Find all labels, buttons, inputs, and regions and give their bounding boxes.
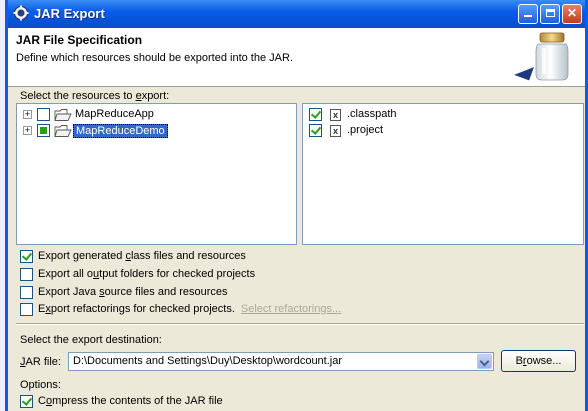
option-label: Export refactorings for checked projects… xyxy=(38,303,342,315)
title-bar[interactable]: JAR Export ✕ xyxy=(8,0,585,28)
export-refactorings-checkbox[interactable] xyxy=(20,303,33,316)
resources-label: Select the resources to export: xyxy=(20,90,170,102)
option-label: Compress the contents of the JAR file xyxy=(38,395,223,407)
options-label: Options: xyxy=(20,379,61,391)
option-export-java-source[interactable]: Export Java source files and resources xyxy=(20,285,560,301)
folder-icon xyxy=(54,109,72,121)
option-compress[interactable]: Compress the contents of the JAR file xyxy=(20,394,560,410)
list-item-classpath[interactable]: x .classpath xyxy=(303,107,583,123)
minimize-icon xyxy=(524,15,532,17)
export-output-folders-checkbox[interactable] xyxy=(20,268,33,281)
tree-item-mapreduceapp[interactable]: + MapReduceApp xyxy=(17,107,296,123)
option-label: Export generated class files and resourc… xyxy=(38,250,246,262)
file-checkbox-classpath[interactable] xyxy=(309,108,322,121)
maximize-icon xyxy=(545,9,555,17)
tree-item-mapreducedemo[interactable]: + MapReduceDemo xyxy=(17,123,296,139)
resource-tree[interactable]: + MapReduceApp + MapReduceDemo xyxy=(16,103,297,245)
expand-icon[interactable]: + xyxy=(23,126,32,135)
jar-path-value: D:\Documents and Settings\Duy\Desktop\wo… xyxy=(73,355,343,367)
close-icon: ✕ xyxy=(566,6,578,20)
compress-checkbox[interactable] xyxy=(20,395,33,408)
wizard-content: Select the resources to export: + MapRed… xyxy=(8,87,585,411)
jar-file-label: JAR file: xyxy=(20,356,61,368)
minimize-button[interactable] xyxy=(518,4,538,24)
jar-export-dialog: JAR Export ✕ JAR File Specification Defi… xyxy=(5,0,588,411)
option-export-output-folders[interactable]: Export all output folders for checked pr… xyxy=(20,267,560,283)
file-label: .project xyxy=(347,124,384,136)
option-label: Export all output folders for checked pr… xyxy=(38,268,256,280)
close-button[interactable]: ✕ xyxy=(562,4,582,24)
file-icon: x xyxy=(330,109,341,121)
tree-checkbox-mapreducedemo[interactable] xyxy=(37,124,50,137)
expand-icon[interactable]: + xyxy=(23,110,32,119)
separator xyxy=(16,323,584,325)
folder-icon xyxy=(54,125,72,137)
option-export-refactorings[interactable]: Export refactorings for checked projects… xyxy=(20,302,560,318)
eclipse-gear-icon xyxy=(13,5,29,21)
file-icon: x xyxy=(330,125,341,137)
jar-file-combo[interactable]: D:\Documents and Settings\Duy\Desktop\wo… xyxy=(68,352,494,371)
option-export-class-files[interactable]: Export generated class files and resourc… xyxy=(20,249,560,265)
select-refactorings-link: Select refactorings... xyxy=(240,303,342,315)
chevron-down-icon[interactable] xyxy=(477,354,492,369)
file-list[interactable]: x .classpath x .project xyxy=(302,103,584,245)
page-description: Define which resources should be exporte… xyxy=(16,52,293,64)
destination-label: Select the export destination: xyxy=(20,334,162,346)
export-class-files-checkbox[interactable] xyxy=(20,250,33,263)
file-label: .classpath xyxy=(347,108,397,120)
list-item-project[interactable]: x .project xyxy=(303,123,583,139)
tree-item-label: MapReduceDemo xyxy=(73,124,168,138)
wizard-banner: JAR File Specification Define which reso… xyxy=(8,28,585,87)
option-label: Export Java source files and resources xyxy=(38,286,228,298)
file-checkbox-project[interactable] xyxy=(309,124,322,137)
export-java-source-checkbox[interactable] xyxy=(20,286,33,299)
tree-item-label: MapReduceApp xyxy=(75,108,154,120)
page-title: JAR File Specification xyxy=(16,33,143,47)
window-title: JAR Export xyxy=(34,6,105,21)
tree-checkbox-mapreduceapp[interactable] xyxy=(37,108,50,121)
maximize-button[interactable] xyxy=(540,4,560,24)
browse-button[interactable]: Browse... xyxy=(501,350,576,372)
jar-icon xyxy=(535,32,569,81)
